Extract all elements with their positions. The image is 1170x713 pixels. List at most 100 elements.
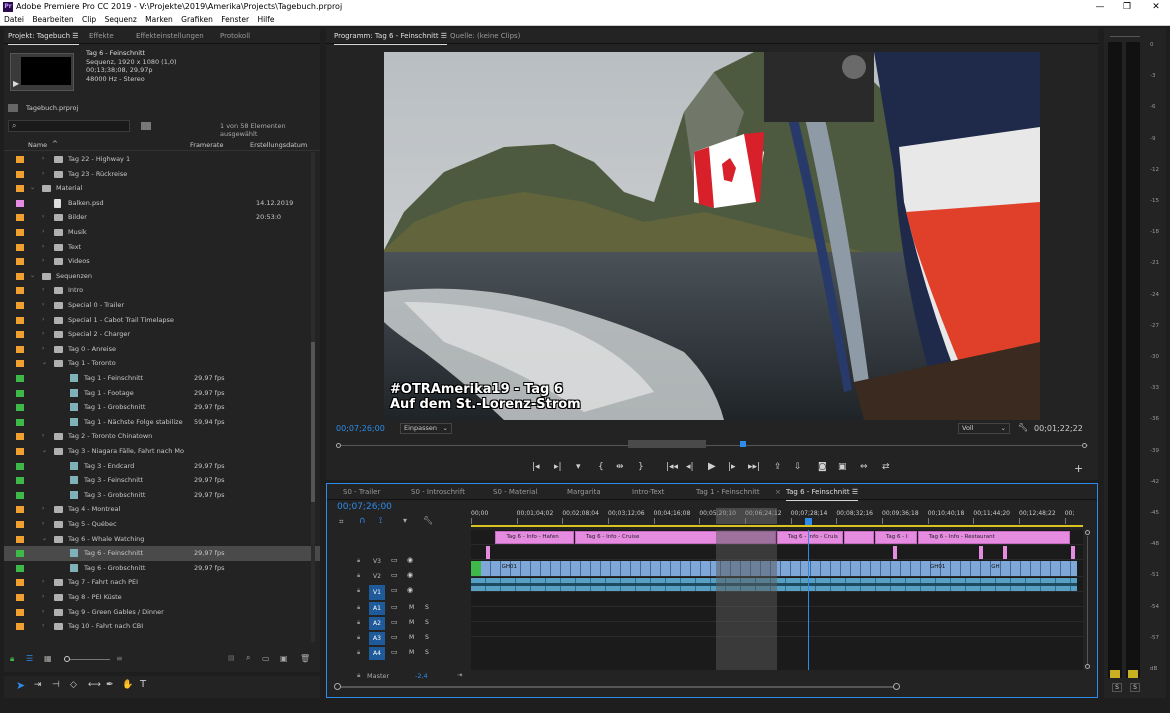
color-label[interactable]: [16, 404, 24, 412]
playhead-line[interactable]: [807, 530, 809, 670]
menu-sequenz[interactable]: Sequenz: [105, 15, 137, 24]
track-lane[interactable]: [471, 544, 1083, 545]
slip-tool-icon[interactable]: ⟷: [88, 680, 101, 690]
track-lock-icon[interactable]: 🔒︎: [357, 604, 360, 612]
color-label[interactable]: [16, 243, 24, 251]
track-lane[interactable]: [471, 576, 1083, 577]
color-label[interactable]: [16, 316, 24, 324]
list-item[interactable]: Tag 6 - Feinschnitt 29,97 fps: [4, 546, 320, 561]
track-lock-icon[interactable]: 🔒︎: [357, 557, 360, 565]
mark-in-icon[interactable]: |◂: [532, 462, 540, 472]
track-lock-icon[interactable]: 🔒︎: [357, 619, 360, 627]
color-label[interactable]: [16, 418, 24, 426]
color-label[interactable]: [16, 564, 24, 572]
graphic-clip[interactable]: Tag 6 - Info - Hafen: [495, 531, 575, 544]
list-item[interactable]: › Bilder: [4, 210, 320, 225]
track-label[interactable]: A4: [369, 647, 385, 660]
play-button-icon[interactable]: ▶: [708, 461, 716, 472]
color-label[interactable]: [16, 462, 24, 470]
graphic-clip[interactable]: [486, 546, 491, 559]
track-label[interactable]: V3: [369, 555, 385, 568]
list-item[interactable]: › Tag 0 - Anreise: [4, 342, 320, 357]
expand-toggle-icon[interactable]: ⌄: [30, 181, 35, 196]
list-item[interactable]: Tag 1 - Footage 29,97 fps: [4, 386, 320, 401]
menu-marken[interactable]: Marken: [145, 15, 173, 24]
tab-program[interactable]: Programm: Tag 6 - Feinschnitt ☰: [334, 28, 448, 45]
track-lane[interactable]: [471, 636, 1083, 637]
list-item[interactable]: Tag 1 - Feinschnitt 29,97 fps: [4, 371, 320, 386]
sort-up-icon[interactable]: ^: [52, 140, 58, 148]
export-frame-icon[interactable]: ◙: [818, 462, 827, 472]
expand-toggle-icon[interactable]: ›: [42, 327, 44, 342]
solo-button[interactable]: S: [425, 649, 429, 656]
clear-in-out-icon[interactable]: ⇹: [616, 462, 624, 472]
expand-toggle-icon[interactable]: ⌄: [30, 269, 35, 284]
menu-grafiken[interactable]: Grafiken: [181, 15, 213, 24]
color-label[interactable]: [16, 433, 24, 441]
expand-toggle-icon[interactable]: ›: [42, 240, 44, 255]
track-lock-icon[interactable]: 🔒︎: [357, 572, 360, 580]
insert-icon[interactable]: ⇔: [860, 462, 868, 472]
sync-lock-icon[interactable]: ▭: [391, 618, 398, 626]
eye-icon[interactable]: ◉: [407, 556, 413, 564]
solo-left-button[interactable]: S: [1112, 683, 1122, 692]
col-framerate[interactable]: Framerate: [190, 141, 223, 149]
lock-icon[interactable]: 🔒︎: [10, 654, 14, 664]
close-button[interactable]: ✕: [1144, 0, 1168, 14]
expand-toggle-icon[interactable]: ›: [42, 502, 44, 517]
tab-tag1-feinschnitt[interactable]: Tag 1 - Feinschnitt: [696, 484, 760, 500]
track-lock-icon[interactable]: 🔒︎: [357, 587, 360, 595]
program-timecode[interactable]: 00;07;26;00: [336, 424, 385, 433]
expand-toggle-icon[interactable]: ›: [42, 342, 44, 357]
find-icon[interactable]: ⌕: [246, 653, 250, 663]
list-item[interactable]: Tag 3 - Grobschnitt 29,97 fps: [4, 488, 320, 503]
color-label[interactable]: [16, 579, 24, 587]
expand-toggle-icon[interactable]: ›: [42, 605, 44, 620]
graphic-clip[interactable]: Tag 6 - Info - Restaurant: [917, 531, 1070, 544]
trash-icon[interactable]: 🗑︎: [300, 654, 310, 663]
color-label[interactable]: [16, 535, 24, 543]
list-item[interactable]: Tag 3 - Endcard 29,97 fps: [4, 459, 320, 474]
fit-dropdown[interactable]: Einpassen ⌄: [400, 423, 452, 434]
timeline-marker-icon[interactable]: ▾: [403, 516, 407, 525]
work-area-bar[interactable]: [471, 525, 1083, 527]
expand-toggle-icon[interactable]: ›: [42, 590, 44, 605]
timeline-settings-wrench-icon[interactable]: 🔧︎: [423, 516, 433, 525]
track-label[interactable]: A1: [369, 602, 385, 615]
tab-s0-trailer[interactable]: S0 - Trailer: [343, 484, 380, 500]
tab-effects[interactable]: Effekte: [89, 28, 114, 44]
graphic-clip[interactable]: Tag 6 - Info - Cruis: [777, 531, 844, 544]
graphic-clip[interactable]: [1003, 546, 1008, 559]
color-label[interactable]: [16, 156, 24, 163]
color-label[interactable]: [16, 608, 24, 616]
comparison-view-icon[interactable]: ▣: [838, 462, 847, 472]
expand-toggle-icon[interactable]: ›: [42, 313, 44, 328]
list-item[interactable]: › Tag 5 - Québec: [4, 517, 320, 532]
razor-tool-icon[interactable]: ◇: [70, 680, 77, 690]
graphic-clip[interactable]: [893, 546, 898, 559]
expand-toggle-icon[interactable]: ›: [42, 152, 44, 167]
solo-button[interactable]: S: [425, 619, 429, 626]
expand-toggle-icon[interactable]: ›: [42, 517, 44, 532]
list-item[interactable]: › Videos: [4, 254, 320, 269]
color-label[interactable]: [16, 448, 24, 455]
sync-lock-icon[interactable]: ▭: [391, 586, 398, 594]
track-label[interactable]: V1: [369, 585, 385, 600]
minimize-button[interactable]: —: [1088, 0, 1112, 14]
list-item[interactable]: › Intro: [4, 283, 320, 298]
expand-toggle-icon[interactable]: ›: [42, 575, 44, 590]
expand-toggle-icon[interactable]: ›: [42, 429, 44, 444]
expand-toggle-icon[interactable]: ›: [42, 619, 44, 634]
selection-tool-icon[interactable]: ➤: [16, 679, 25, 692]
expand-toggle-icon[interactable]: ›: [42, 298, 44, 313]
solo-button[interactable]: S: [425, 604, 429, 611]
color-label[interactable]: [16, 345, 24, 353]
sync-lock-icon[interactable]: ▭: [391, 556, 398, 564]
list-item[interactable]: › Tag 2 - Toronto Chinatown: [4, 429, 320, 444]
master-lock-icon[interactable]: 🔒︎: [357, 671, 360, 680]
color-label[interactable]: [16, 287, 24, 295]
sort-icon[interactable]: ≡: [116, 654, 123, 663]
master-volume[interactable]: -2,4: [415, 672, 428, 680]
list-item[interactable]: ⌄ Sequenzen: [4, 269, 320, 284]
tab-tag6-feinschnitt[interactable]: Tag 6 - Feinschnitt ☰: [786, 484, 859, 501]
